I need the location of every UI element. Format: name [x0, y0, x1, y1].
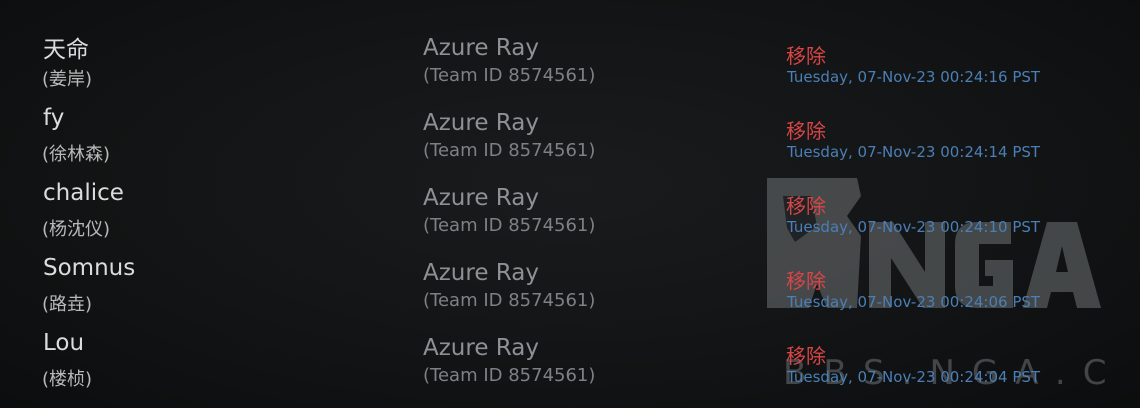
- team-name: Azure Ray: [423, 110, 539, 136]
- timestamp: Tuesday, 07-Nov-23 00:24:06 PST: [787, 293, 1041, 311]
- player-real-name: (杨沈仪): [42, 219, 111, 240]
- list-item: chalice (杨沈仪) Azure Ray (Team ID 8574561…: [0, 176, 1140, 251]
- team-id: (Team ID 8574561): [423, 140, 596, 161]
- list-item: Lou (楼桢) Azure Ray (Team ID 8574561) 移除 …: [0, 326, 1140, 401]
- team-name: Azure Ray: [423, 335, 539, 361]
- remove-button[interactable]: 移除: [786, 40, 826, 69]
- player-name: chalice: [43, 180, 124, 206]
- team-name: Azure Ray: [423, 35, 539, 61]
- timestamp: Tuesday, 07-Nov-23 00:24:14 PST: [787, 143, 1041, 161]
- remove-button[interactable]: 移除: [786, 340, 826, 369]
- team-id: (Team ID 8574561): [423, 215, 596, 236]
- list-item: 天命 (姜岸) Azure Ray (Team ID 8574561) 移除 T…: [0, 26, 1140, 101]
- team-id: (Team ID 8574561): [423, 290, 596, 311]
- timestamp: Tuesday, 07-Nov-23 00:24:10 PST: [787, 218, 1041, 236]
- player-name: Somnus: [43, 255, 136, 281]
- removed-player-list: 天命 (姜岸) Azure Ray (Team ID 8574561) 移除 T…: [0, 26, 1140, 401]
- player-real-name: (徐林森): [42, 144, 111, 165]
- timestamp: Tuesday, 07-Nov-23 00:24:04 PST: [787, 368, 1041, 386]
- team-id: (Team ID 8574561): [423, 65, 596, 86]
- player-name: fy: [43, 105, 65, 131]
- player-real-name: (楼桢): [42, 369, 93, 390]
- player-real-name: (路垚): [42, 294, 93, 315]
- list-item: fy (徐林森) Azure Ray (Team ID 8574561) 移除 …: [0, 101, 1140, 176]
- team-id: (Team ID 8574561): [423, 365, 596, 386]
- player-real-name: (姜岸): [42, 69, 93, 90]
- player-name: 天命: [43, 37, 89, 63]
- list-item: Somnus (路垚) Azure Ray (Team ID 8574561) …: [0, 251, 1140, 326]
- remove-button[interactable]: 移除: [786, 190, 826, 219]
- remove-button[interactable]: 移除: [786, 265, 826, 294]
- team-name: Azure Ray: [423, 185, 539, 211]
- timestamp: Tuesday, 07-Nov-23 00:24:16 PST: [787, 68, 1041, 86]
- player-name: Lou: [43, 330, 85, 356]
- remove-button[interactable]: 移除: [786, 115, 826, 144]
- team-name: Azure Ray: [423, 260, 539, 286]
